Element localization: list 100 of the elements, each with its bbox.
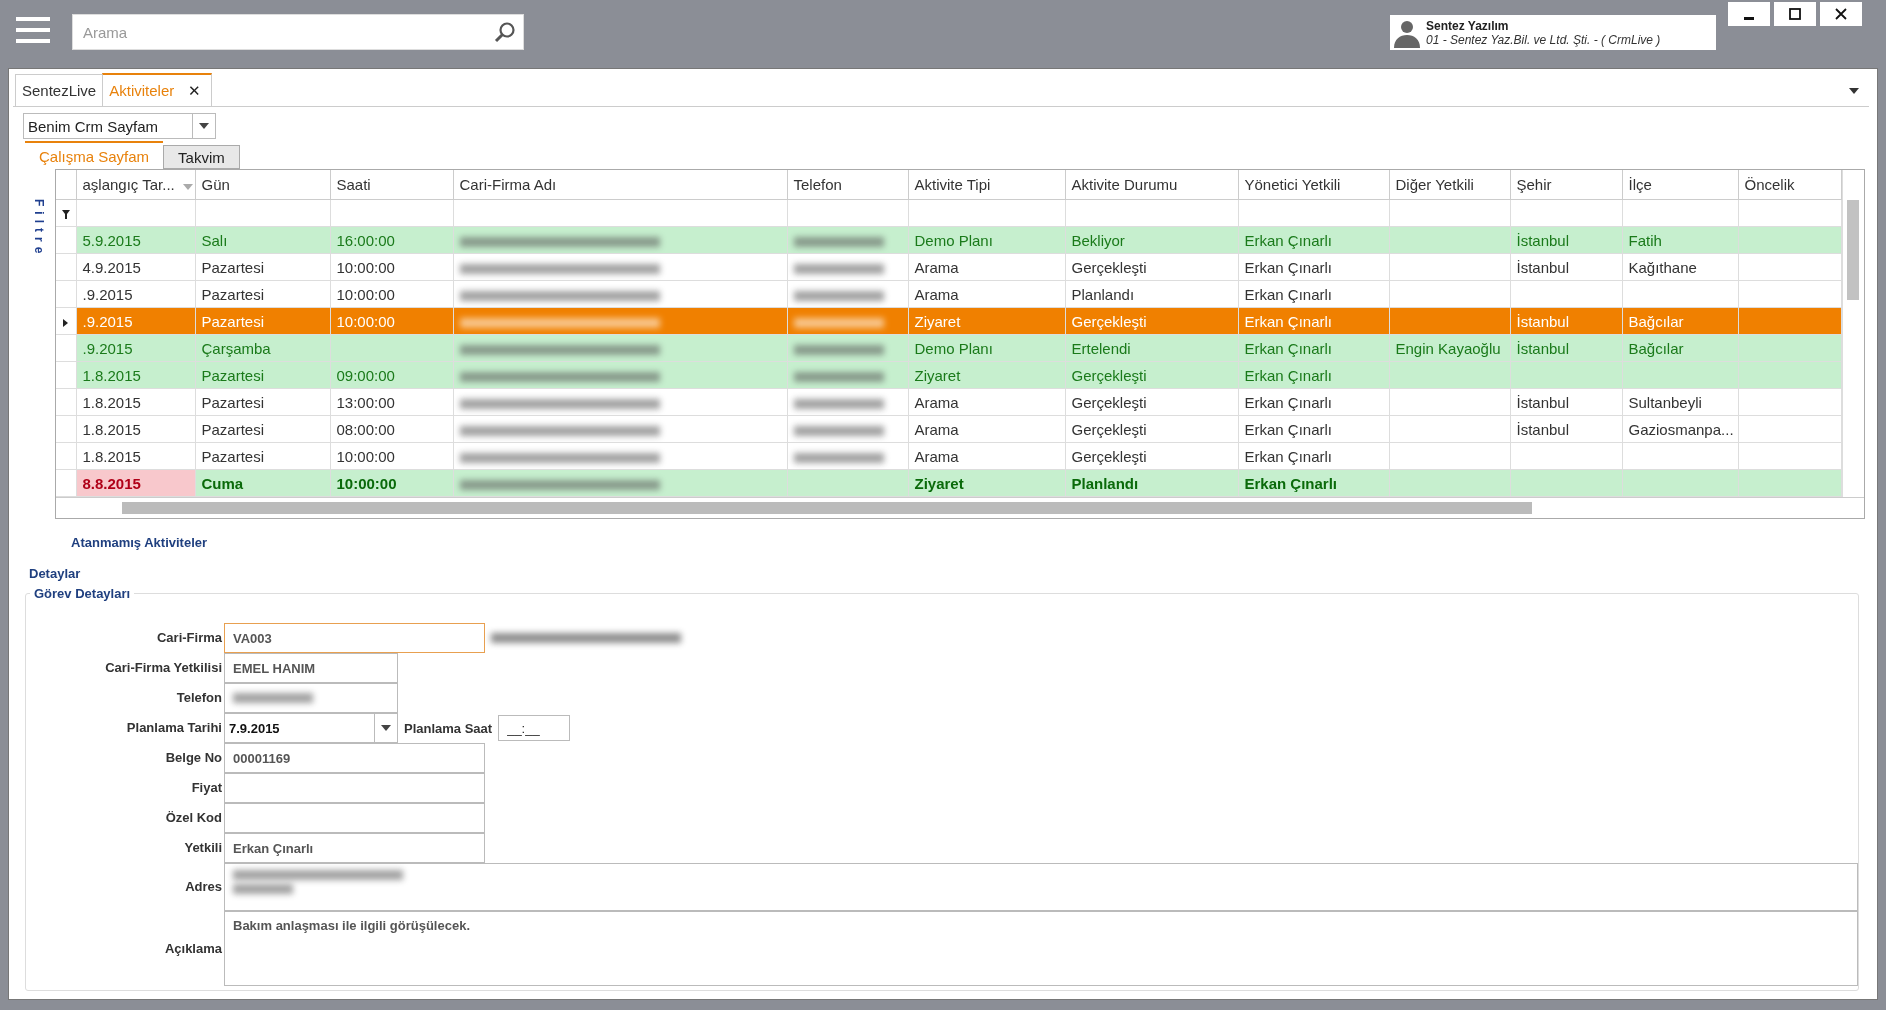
table-row[interactable]: 8.8.2015 Cuma 10:00:00 Ziyaret Planlandı Erkan Çınarlı: [56, 469, 1841, 497]
text-area[interactable]: Bakım anlaşması ile ilgili görüşülecek.: [224, 911, 1858, 986]
table-cell: Çarşamba: [195, 334, 330, 362]
column-header[interactable]: Cari-Firma Adı: [453, 170, 787, 200]
minimize-icon: [1744, 16, 1754, 20]
table-cell: 13:00:00: [330, 388, 453, 416]
column-header[interactable]: İlçe: [1622, 170, 1738, 200]
filter-cell[interactable]: [1622, 199, 1738, 227]
column-header[interactable]: aşlangıç Tar...: [76, 170, 195, 200]
table-cell: 5.9.2015: [76, 226, 195, 254]
table-cell: Erkan Çınarlı: [1238, 469, 1389, 497]
table-cell: Erkan Çınarlı: [1238, 361, 1389, 389]
column-header[interactable]: Telefon: [787, 170, 908, 200]
close-button[interactable]: [1820, 2, 1862, 26]
table-cell: Planlandı: [1065, 469, 1238, 497]
text-field[interactable]: EMEL HANIM: [224, 653, 398, 683]
minimize-button[interactable]: [1728, 2, 1770, 26]
table-cell: Erkan Çınarlı: [1238, 442, 1389, 470]
table-cell: .9.2015: [76, 280, 195, 308]
text-field[interactable]: [224, 803, 485, 833]
table-row[interactable]: 4.9.2015 Pazartesi 10:00:00 Arama Gerçekleşti Erkan Çınarlı İstanbul Kağıthane: [56, 253, 1841, 281]
table-cell: Erkan Çınarlı: [1238, 226, 1389, 254]
table-cell: Gerçekleşti: [1065, 388, 1238, 416]
maximize-button[interactable]: [1774, 2, 1816, 26]
table-cell: 1.8.2015: [76, 442, 195, 470]
table-cell: Erkan Çınarlı: [1238, 253, 1389, 281]
table-row[interactable]: 1.8.2015 Pazartesi 10:00:00 Arama Gerçekleşti Erkan Çınarlı: [56, 442, 1841, 470]
table-cell: .9.2015: [76, 307, 195, 335]
filter-label[interactable]: Filtre: [32, 199, 46, 259]
text-area[interactable]: [224, 863, 1858, 911]
table-cell: 10:00:00: [330, 307, 453, 335]
filter-cell[interactable]: [908, 199, 1065, 227]
group-title: Görev Detayları: [30, 586, 135, 601]
caret-icon: [199, 123, 209, 129]
table-row[interactable]: 1.8.2015 Pazartesi 13:00:00 Arama Gerçekleşti Erkan Çınarlı İstanbul Sultanbeyli: [56, 388, 1841, 416]
table-cell: Gerçekleşti: [1065, 415, 1238, 443]
table-cell: Salı: [195, 226, 330, 254]
field-label: Telefon: [175, 689, 222, 707]
column-header[interactable]: Aktivite Durumu: [1065, 170, 1238, 200]
table-cell: Bağcılar: [1622, 307, 1738, 335]
column-header[interactable]: Öncelik: [1738, 170, 1841, 200]
view-tab[interactable]: Takvim: [163, 145, 240, 169]
table-cell: Pazartesi: [195, 280, 330, 308]
table-cell: 16:00:00: [330, 226, 453, 254]
page-select[interactable]: Benim Crm Sayfam: [23, 113, 216, 139]
table-cell: Arama: [908, 442, 1065, 470]
column-header[interactable]: Saati: [330, 170, 453, 200]
column-header[interactable]: Yönetici Yetkili: [1238, 170, 1389, 200]
caret-icon: [381, 725, 391, 731]
caret-icon[interactable]: [1849, 88, 1859, 94]
filter-cell[interactable]: [195, 199, 330, 227]
column-header[interactable]: Diğer Yetkili: [1389, 170, 1510, 200]
column-header[interactable]: Şehir: [1510, 170, 1622, 200]
table-cell: 1.8.2015: [76, 388, 195, 416]
table-cell: İstanbul: [1510, 253, 1622, 281]
filter-cell[interactable]: [1738, 199, 1841, 227]
filter-cell[interactable]: [787, 199, 908, 227]
filter-cell[interactable]: [1065, 199, 1238, 227]
table-row[interactable]: 5.9.2015 Salı 16:00:00 Demo Planı Bekliyor Erkan Çınarlı İstanbul Fatih: [56, 226, 1841, 254]
table-row[interactable]: .9.2015 Pazartesi 10:00:00 Arama Planlandı Erkan Çınarlı: [56, 280, 1841, 308]
text-field[interactable]: VA003: [224, 623, 485, 653]
column-header[interactable]: Gün: [195, 170, 330, 200]
document-tab[interactable]: Aktiviteler ✕: [102, 73, 213, 106]
table-cell: Sultanbeyli: [1622, 388, 1738, 416]
column-header[interactable]: Aktivite Tipi: [908, 170, 1065, 200]
table-cell: İstanbul: [1510, 226, 1622, 254]
document-tab[interactable]: SentezLive: [15, 74, 104, 106]
menu-icon[interactable]: [16, 15, 50, 45]
user-name: Sentez Yazılım: [1426, 18, 1510, 33]
field-label: Planlama Tarihi: [125, 719, 222, 737]
sort-icon: [182, 184, 193, 190]
text-field[interactable]: [224, 773, 485, 803]
text-field[interactable]: [224, 683, 398, 713]
text-field[interactable]: 00001169: [224, 743, 485, 773]
filter-cell[interactable]: [453, 199, 787, 227]
table-cell: 10:00:00: [330, 442, 453, 470]
unassigned-activities-link[interactable]: Atanmamış Aktiviteler: [71, 535, 1869, 550]
table-cell: Pazartesi: [195, 442, 330, 470]
table-cell: Erkan Çınarlı: [1238, 415, 1389, 443]
table-cell: Pazartesi: [195, 388, 330, 416]
user-panel[interactable]: Sentez Yazılım 01 - Sentez Yaz.Bil. ve Ltd. Şti. - ( CrmLive ): [1390, 15, 1716, 50]
date-field[interactable]: 7.9.2015: [224, 713, 398, 743]
table-cell: Gerçekleşti: [1065, 361, 1238, 389]
table-cell: İstanbul: [1510, 307, 1622, 335]
table-row[interactable]: 1.8.2015 Pazartesi 09:00:00 Ziyaret Gerçekleşti Erkan Çınarlı: [56, 361, 1841, 389]
filter-icon[interactable]: [61, 209, 70, 219]
time-field[interactable]: __:__: [498, 715, 571, 741]
table-cell: Cuma: [195, 469, 330, 497]
filter-cell[interactable]: [1510, 199, 1622, 227]
filter-cell[interactable]: [1238, 199, 1389, 227]
table-row[interactable]: .9.2015 Çarşamba Demo Planı Ertelendi Erkan Çınarlı Engin Kayaoğlu İstanbul Bağcılar: [56, 334, 1841, 362]
close-tab-button[interactable]: ✕: [184, 81, 206, 100]
section-title: Detaylar: [29, 566, 82, 581]
text-field[interactable]: Erkan Çınarlı: [224, 833, 485, 863]
search-icon[interactable]: [494, 21, 516, 43]
filter-cell[interactable]: [76, 199, 195, 227]
filter-cell[interactable]: [330, 199, 453, 227]
table-row[interactable]: 1.8.2015 Pazartesi 08:00:00 Arama Gerçekleşti Erkan Çınarlı İstanbul Gaziosmanpa...: [56, 415, 1841, 443]
search-field[interactable]: Arama: [72, 14, 524, 50]
filter-cell[interactable]: [1389, 199, 1510, 227]
